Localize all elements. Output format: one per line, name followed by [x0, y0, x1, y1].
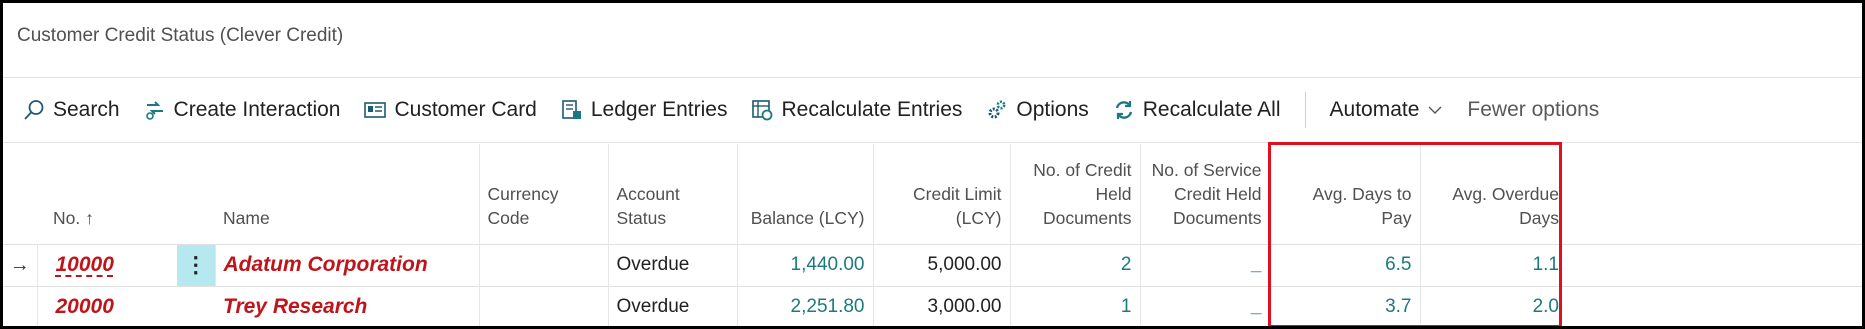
column-header-account-status[interactable]: Account Status	[608, 144, 738, 244]
fewer-options-button[interactable]: Fewer options	[1467, 98, 1599, 122]
customer-name-cell[interactable]: Trey Research	[215, 285, 480, 326]
avg-overdue-days-cell[interactable]: 1.1	[1420, 243, 1567, 286]
row-menu-icon[interactable]: ⋮	[177, 243, 216, 286]
refresh-icon	[1113, 99, 1135, 121]
current-row-arrow-icon: →	[3, 243, 38, 286]
automate-label: Automate	[1329, 98, 1420, 121]
column-header-no[interactable]: No. ↑	[37, 144, 177, 244]
search-icon	[23, 99, 45, 121]
service-held-cell[interactable]: _	[1140, 285, 1271, 326]
customer-no-cell[interactable]: 10000	[37, 243, 177, 286]
column-header-balance[interactable]: Balance (LCY)	[737, 144, 874, 244]
table-filler-header	[1567, 144, 1862, 244]
ledger-icon	[561, 99, 583, 121]
card-icon	[364, 101, 387, 119]
currency-code-cell	[479, 243, 609, 286]
filler-cell	[1567, 243, 1862, 286]
credit-limit-cell: 5,000.00	[873, 243, 1011, 286]
gears-icon	[986, 99, 1008, 121]
customer-credit-table: No. ↑ Name Currency Code Account Status B…	[3, 144, 1862, 326]
avg-days-to-pay-cell[interactable]: 6.5	[1270, 243, 1421, 286]
row-indicator-header	[3, 144, 37, 244]
account-status-cell: Overdue	[608, 285, 738, 326]
row-menu-cell	[177, 285, 215, 326]
automate-menu[interactable]: Automate	[1330, 98, 1444, 122]
fewer-options-label: Fewer options	[1467, 98, 1600, 121]
balance-cell[interactable]: 2,251.80	[737, 285, 874, 326]
column-header-avg-overdue-days[interactable]: Avg. Overdue Days	[1420, 144, 1567, 244]
create-interaction-button[interactable]: Create Interaction	[144, 98, 341, 122]
credit-limit-cell: 3,000.00	[873, 285, 1011, 326]
table-row[interactable]: → 10000 ⋮ Adatum Corporation Overdue 1,4…	[3, 243, 1862, 286]
ledger-entries-button[interactable]: Ledger Entries	[561, 98, 728, 122]
row-indicator-cell	[3, 285, 38, 326]
recalculate-all-button[interactable]: Recalculate All	[1113, 98, 1281, 122]
action-bar: Search Create Interaction Customer Card …	[3, 77, 1862, 143]
avg-days-to-pay-cell[interactable]: 3.7	[1270, 285, 1421, 326]
filler-cell	[1567, 285, 1862, 326]
column-header-credit-held-documents[interactable]: No. of Credit Held Documents	[1010, 144, 1141, 244]
column-header-name[interactable]: Name	[215, 144, 480, 244]
credit-held-cell[interactable]: 1	[1010, 285, 1141, 326]
balance-cell[interactable]: 1,440.00	[737, 243, 874, 286]
search-label: Search	[53, 98, 120, 121]
customer-no-cell[interactable]: 20000	[37, 285, 177, 326]
page-title: Customer Credit Status (Clever Credit)	[17, 25, 344, 46]
customer-name-cell[interactable]: Adatum Corporation	[215, 243, 480, 286]
account-status-cell: Overdue	[608, 243, 738, 286]
avg-overdue-days-cell[interactable]: 2.0	[1420, 285, 1567, 326]
recalculate-entries-label: Recalculate Entries	[781, 98, 963, 121]
column-header-service-credit-held-documents[interactable]: No. of Service Credit Held Documents	[1140, 144, 1271, 244]
column-header-currency-code[interactable]: Currency Code	[479, 144, 609, 244]
recalculate-icon	[751, 99, 773, 121]
recalculate-all-label: Recalculate All	[1142, 98, 1281, 121]
table-header-row: No. ↑ Name Currency Code Account Status B…	[3, 144, 1862, 244]
column-header-credit-limit[interactable]: Credit Limit (LCY)	[873, 144, 1011, 244]
customer-card-label: Customer Card	[394, 98, 537, 121]
create-interaction-label: Create Interaction	[173, 98, 341, 121]
column-header-avg-days-to-pay[interactable]: Avg. Days to Pay	[1270, 144, 1421, 244]
credit-held-cell[interactable]: 2	[1010, 243, 1141, 286]
page-frame: Customer Credit Status (Clever Credit) S…	[0, 0, 1865, 329]
chevron-down-icon	[1427, 105, 1443, 115]
ledger-entries-label: Ledger Entries	[590, 98, 728, 121]
row-menu-header	[177, 144, 215, 244]
search-button[interactable]: Search	[23, 98, 120, 122]
service-held-cell[interactable]: _	[1140, 243, 1271, 286]
toolbar-divider	[1304, 92, 1306, 128]
options-button[interactable]: Options	[986, 98, 1089, 122]
interaction-icon	[144, 99, 166, 121]
customer-card-button[interactable]: Customer Card	[364, 98, 537, 122]
options-label: Options	[1016, 98, 1089, 121]
recalculate-entries-button[interactable]: Recalculate Entries	[751, 98, 962, 122]
table-row[interactable]: 20000 Trey Research Overdue 2,251.80 3,0…	[3, 285, 1862, 326]
currency-code-cell	[479, 285, 609, 326]
sort-ascending-icon: ↑	[85, 207, 94, 228]
